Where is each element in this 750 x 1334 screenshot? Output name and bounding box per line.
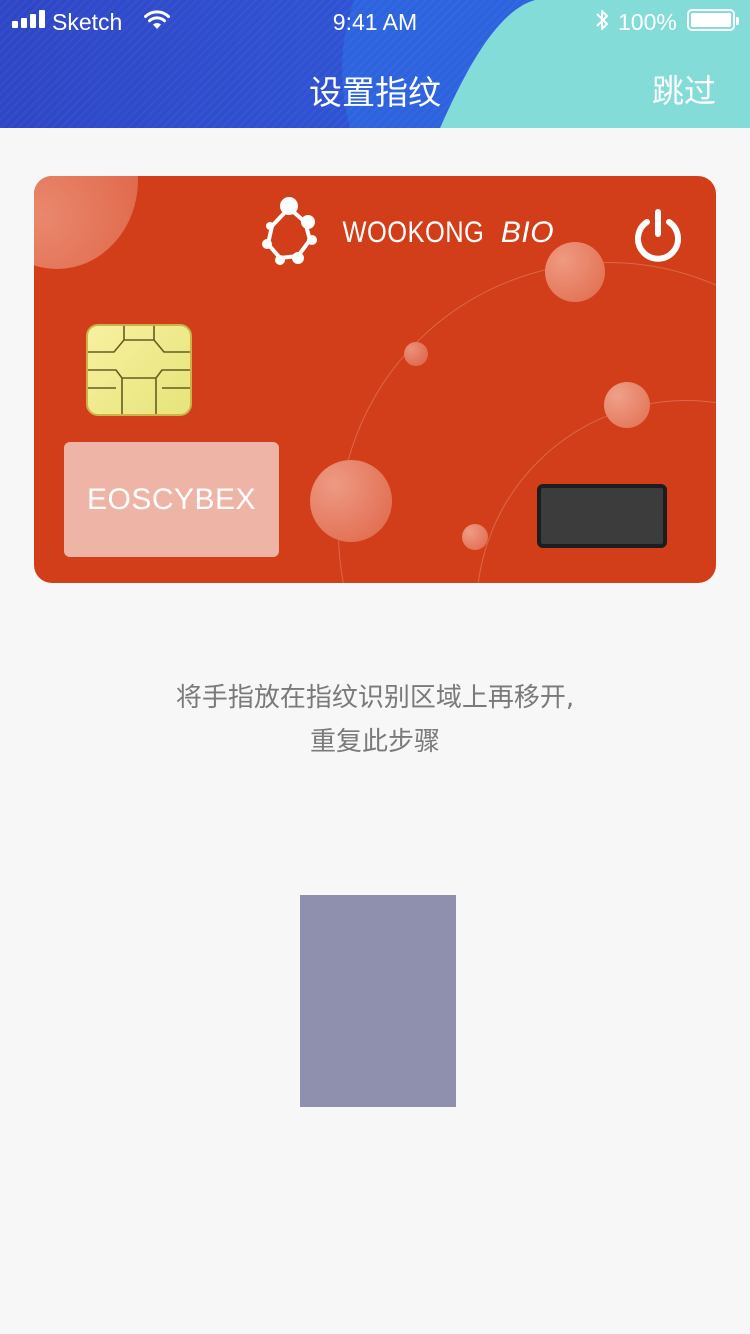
battery-icon [687, 9, 739, 31]
card-decoration [310, 460, 392, 542]
logo-icon [262, 197, 317, 265]
brand-name: WOOKONG BIO [342, 216, 555, 249]
battery-percentage: 100% [618, 9, 677, 35]
card-decoration [462, 524, 488, 550]
card-decoration [604, 382, 650, 428]
status-bar: Sketch 9:41 AM 100% [0, 0, 750, 40]
chip-icon [86, 324, 192, 416]
instruction-line-1: 将手指放在指纹识别区域上再移开, [175, 683, 575, 713]
brand-logo: WOOKONG BIO [258, 196, 554, 270]
skip-button[interactable]: 跳过 [652, 66, 716, 112]
header-bar: Sketch 9:41 AM 100% 设置指纹 跳过 [0, 0, 750, 128]
fingerprint-sensor-icon [537, 484, 667, 548]
instruction-line-2: 重复此步骤 [309, 727, 440, 757]
card-decoration [404, 342, 428, 366]
bluetooth-icon [596, 10, 608, 30]
page-title: 设置指纹 [309, 73, 441, 112]
power-icon[interactable] [632, 208, 684, 262]
wallet-card: WOOKONG BIO EOSCYBEX [34, 176, 716, 583]
card-name: EOSCYBEX [86, 482, 257, 516]
instruction-text: 将手指放在指纹识别区域上再移开, 重复此步骤 [0, 676, 750, 764]
card-name-plate: EOSCYBEX [64, 442, 279, 557]
fingerprint-area[interactable] [300, 895, 456, 1107]
card-decoration [34, 176, 138, 269]
